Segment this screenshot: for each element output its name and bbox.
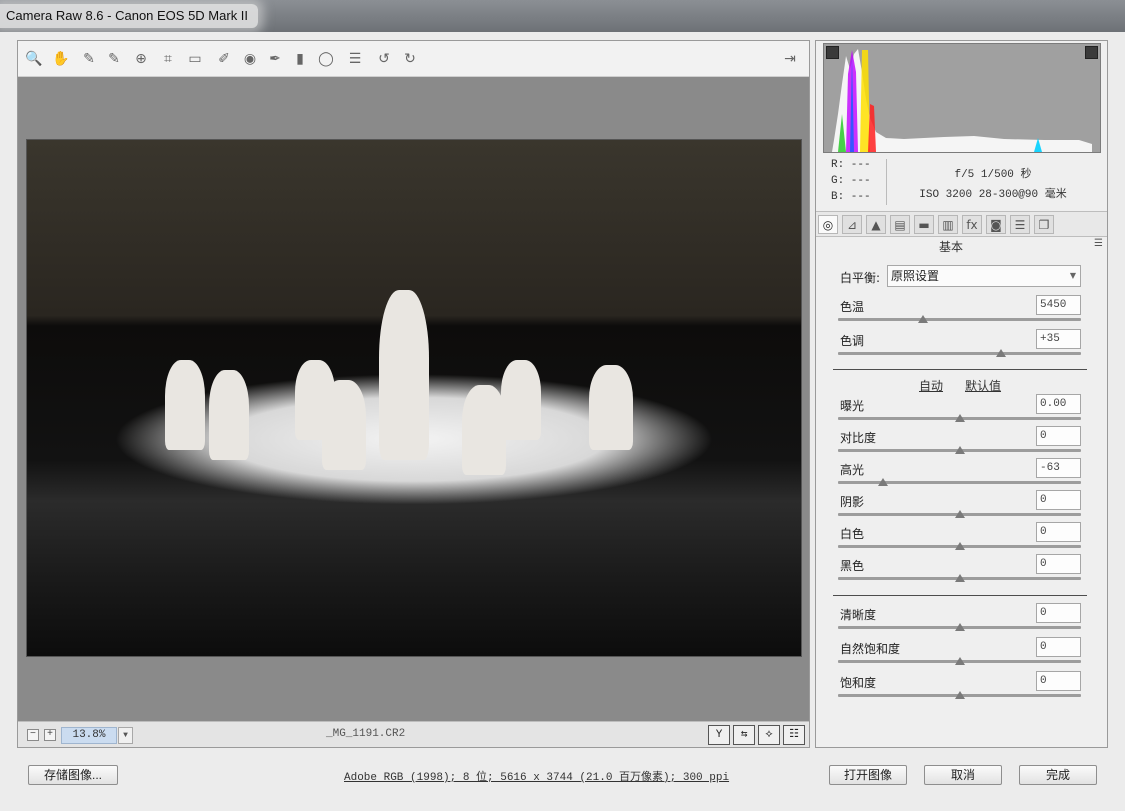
whites-slider-row: 白色 0 xyxy=(815,522,1106,557)
chevron-down-icon: ▼ xyxy=(1069,271,1076,280)
contrast-slider-thumb[interactable] xyxy=(954,446,965,454)
whites-value-field[interactable]: 0 xyxy=(1036,522,1081,542)
shadows-slider-row: 阴影 0 xyxy=(815,490,1106,525)
white-balance-tool-icon[interactable]: ✎ xyxy=(79,50,99,68)
straighten-tool-icon[interactable]: ▭ xyxy=(185,50,205,68)
vibrance-slider-row: 自然饱和度 0 xyxy=(815,637,1106,672)
file-name: _MG_1191.CR2 xyxy=(326,728,406,740)
vibrance-label: 自然饱和度 xyxy=(840,642,901,656)
tint-slider-row: 色调 +35 xyxy=(815,329,1106,364)
auto-link[interactable]: 自动 xyxy=(919,377,943,394)
section-divider xyxy=(833,595,1087,596)
swap-settings-button[interactable]: ⇆ xyxy=(733,725,755,745)
graduated-filter-icon[interactable]: ▮ xyxy=(290,50,310,68)
temp-value-field[interactable]: 5450 xyxy=(1036,295,1081,315)
image-preview[interactable] xyxy=(26,139,802,657)
contrast-slider-row: 对比度 0 xyxy=(815,426,1106,461)
crop-tool-icon[interactable]: ⌗ xyxy=(158,50,178,68)
zoom-out-button[interactable]: − xyxy=(27,729,39,741)
highlights-slider-row: 高光 -63 xyxy=(815,458,1106,493)
temp-slider-thumb[interactable] xyxy=(918,315,929,323)
title-bar: Camera Raw 8.6 - Canon EOS 5D Mark II xyxy=(0,0,1125,32)
shadows-label: 阴影 xyxy=(840,495,865,509)
vibrance-value-field[interactable]: 0 xyxy=(1036,637,1081,657)
save-image-button[interactable]: 存储图像... xyxy=(28,765,118,785)
fullscreen-toggle-icon[interactable]: ⇥ xyxy=(780,50,800,68)
whites-label: 白色 xyxy=(840,527,865,541)
blacks-value-field[interactable]: 0 xyxy=(1036,554,1081,574)
image-viewer: ⇥ 🔍 ✋ ✎ ✎ ⊕ ⌗ ▭ ✐ ◉ ✒ ▮ ◯ ☰ ↺ ↻ − + 13.8% ▼ _MG_1191.C… xyxy=(17,40,810,748)
zoom-dropdown-icon[interactable]: ▼ xyxy=(118,727,133,744)
blacks-slider-thumb[interactable] xyxy=(954,574,965,582)
exposure-slider-row: 曝光 0.00 xyxy=(815,394,1106,429)
blacks-label: 黑色 xyxy=(840,559,865,573)
highlights-slider-thumb[interactable] xyxy=(877,478,888,486)
done-button[interactable]: 完成 xyxy=(1019,765,1097,785)
zoom-tool-icon[interactable]: 🔍 xyxy=(24,50,44,68)
tint-slider-track[interactable] xyxy=(838,352,1081,355)
window-title: Camera Raw 8.6 - Canon EOS 5D Mark II xyxy=(0,4,259,28)
preview-area[interactable] xyxy=(18,77,809,721)
saturation-slider-row: 饱和度 0 xyxy=(815,671,1106,706)
blacks-slider-row: 黑色 0 xyxy=(815,554,1106,589)
clarity-value-field[interactable]: 0 xyxy=(1036,603,1081,623)
red-eye-removal-icon[interactable]: ◉ xyxy=(240,50,260,68)
before-after-toggle-button[interactable]: Y xyxy=(708,725,730,745)
targeted-adjustment-tool-icon[interactable]: ⊕ xyxy=(131,50,151,68)
color-sampler-tool-icon[interactable]: ✎ xyxy=(104,50,124,68)
workflow-options-link[interactable]: Adobe RGB (1998); 8 位; 5616 x 3744 (21.0… xyxy=(344,768,729,784)
tint-label: 色调 xyxy=(840,334,865,348)
section-divider xyxy=(833,369,1087,370)
temp-slider-track[interactable] xyxy=(838,318,1081,321)
temp-label: 色温 xyxy=(840,300,865,314)
exposure-label: 曝光 xyxy=(840,399,865,413)
open-image-button[interactable]: 打开图像 xyxy=(829,765,907,785)
clarity-label: 清晰度 xyxy=(840,608,877,622)
copy-settings-button[interactable]: ⟡ xyxy=(758,725,780,745)
exposure-slider-thumb[interactable] xyxy=(954,414,965,422)
saturation-slider-thumb[interactable] xyxy=(954,691,965,699)
white-balance-label: 白平衡: xyxy=(840,271,881,285)
saturation-label: 饱和度 xyxy=(840,676,877,690)
status-bar: − + 13.8% ▼ _MG_1191.CR2 Y ⇆ ⟡ ☷ xyxy=(18,721,809,747)
zoom-in-button[interactable]: + xyxy=(44,729,56,741)
shadows-slider-thumb[interactable] xyxy=(954,510,965,518)
basic-controls: 白平衡: 原照设置 ▼ 自动 默认值 色温 5450 色调 +35 曝光 0.00 对比度 0… xyxy=(815,40,1108,748)
highlights-value-field[interactable]: -63 xyxy=(1036,458,1081,478)
tint-value-field[interactable]: +35 xyxy=(1036,329,1081,349)
default-link[interactable]: 默认值 xyxy=(965,377,1001,394)
whites-slider-thumb[interactable] xyxy=(954,542,965,550)
cancel-button[interactable]: 取消 xyxy=(924,765,1002,785)
shadows-value-field[interactable]: 0 xyxy=(1036,490,1081,510)
highlights-label: 高光 xyxy=(840,463,865,477)
exposure-value-field[interactable]: 0.00 xyxy=(1036,394,1081,414)
contrast-label: 对比度 xyxy=(840,431,877,445)
tool-bar: ⇥ 🔍 ✋ ✎ ✎ ⊕ ⌗ ▭ ✐ ◉ ✒ ▮ ◯ ☰ ↺ ↻ xyxy=(18,41,809,77)
radial-filter-icon[interactable]: ◯ xyxy=(316,50,336,68)
rotate-left-icon[interactable]: ↺ xyxy=(374,50,394,68)
toggle-settings-button[interactable]: ☷ xyxy=(783,725,805,745)
white-balance-value: 原照设置 xyxy=(891,269,940,283)
highlights-slider-track[interactable] xyxy=(838,481,1081,484)
hand-tool-icon[interactable]: ✋ xyxy=(51,50,71,68)
tint-slider-thumb[interactable] xyxy=(995,349,1006,357)
saturation-value-field[interactable]: 0 xyxy=(1036,671,1081,691)
clarity-slider-row: 清晰度 0 xyxy=(815,603,1106,638)
zoom-level-field[interactable]: 13.8% xyxy=(61,727,117,744)
preferences-icon[interactable]: ☰ xyxy=(345,50,365,68)
white-balance-select[interactable]: 原照设置 ▼ xyxy=(887,265,1081,287)
vibrance-slider-thumb[interactable] xyxy=(954,657,965,665)
clarity-slider-thumb[interactable] xyxy=(954,623,965,631)
temp-slider-row: 色温 5450 xyxy=(815,295,1106,330)
contrast-value-field[interactable]: 0 xyxy=(1036,426,1081,446)
rotate-right-icon[interactable]: ↻ xyxy=(400,50,420,68)
spot-removal-tool-icon[interactable]: ✐ xyxy=(214,50,234,68)
adjustment-brush-icon[interactable]: ✒ xyxy=(265,50,285,68)
